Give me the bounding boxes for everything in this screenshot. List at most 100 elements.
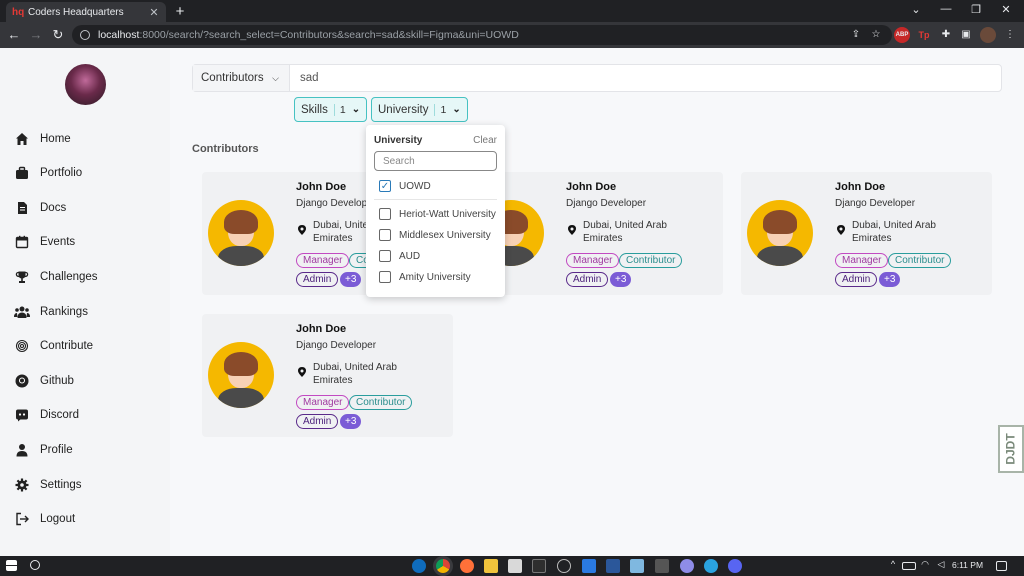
close-tab-icon[interactable]: ✕: [148, 6, 160, 19]
user-avatar[interactable]: [65, 64, 106, 105]
window-close-icon[interactable]: ✕: [996, 3, 1016, 16]
debug-toolbar-handle[interactable]: DJDT: [998, 425, 1024, 473]
discord-icon: [14, 407, 30, 423]
adblock-extension-icon[interactable]: ABP: [894, 27, 910, 43]
option-uowd[interactable]: ✓ UOWD: [379, 179, 431, 193]
search-input[interactable]: sad: [290, 65, 1001, 91]
contributor-card[interactable]: John Doe Django Developer Dubai, United …: [472, 172, 723, 295]
clear-button[interactable]: Clear: [473, 135, 497, 146]
sidebar-item-challenges[interactable]: Challenges: [14, 266, 98, 288]
checkbox-icon[interactable]: [379, 229, 391, 241]
tab-search-icon[interactable]: ⌄: [906, 3, 926, 16]
github-desktop-icon[interactable]: [680, 559, 694, 573]
new-tab-icon[interactable]: +: [172, 3, 188, 20]
volume-icon[interactable]: ◁: [934, 559, 948, 573]
checkbox-icon[interactable]: [379, 250, 391, 262]
search-type-select[interactable]: Contributors ⌵: [193, 65, 290, 91]
home-icon: [14, 131, 30, 147]
puzzle-extensions-icon[interactable]: ✚: [938, 27, 954, 43]
forward-icon[interactable]: →: [28, 27, 44, 43]
badge-more[interactable]: +3: [340, 414, 362, 429]
side-panel-icon[interactable]: ▣: [958, 27, 974, 43]
sidebar-item-portfolio[interactable]: Portfolio: [14, 162, 82, 184]
terminal-icon[interactable]: [655, 559, 669, 573]
badge-more[interactable]: +3: [340, 272, 362, 287]
store-icon[interactable]: [508, 559, 522, 573]
skills-filter-button[interactable]: Skills 1 ⌄: [294, 97, 368, 122]
search-icon[interactable]: [30, 560, 40, 570]
university-filter-button[interactable]: University 1 ⌄: [371, 97, 468, 122]
sidebar-item-label: Logout: [40, 513, 76, 525]
sidebar-item-profile[interactable]: Profile: [14, 439, 73, 461]
sidebar-item-docs[interactable]: Docs: [14, 197, 66, 219]
word-icon[interactable]: [606, 559, 620, 573]
chevron-up-icon[interactable]: ^: [886, 559, 900, 573]
checkbox-icon[interactable]: [379, 271, 391, 283]
app-icon[interactable]: [630, 559, 644, 573]
browser-tabbar: hq Coders Headquarters ✕ + ⌄ — ❐ ✕: [0, 0, 1024, 22]
address-bar[interactable]: localhost:8000/search/?search_select=Con…: [72, 25, 892, 45]
file-explorer-icon[interactable]: [484, 559, 498, 573]
sidebar-item-contribute[interactable]: Contribute: [14, 335, 93, 357]
sidebar-item-rankings[interactable]: Rankings: [14, 301, 88, 323]
star-icon[interactable]: ☆: [868, 27, 884, 43]
reload-icon[interactable]: ↻: [50, 27, 66, 43]
notifications-icon[interactable]: [996, 561, 1007, 571]
profile-avatar-icon[interactable]: [980, 27, 996, 43]
wifi-icon[interactable]: ◠: [918, 559, 932, 573]
option-heriot-watt[interactable]: Heriot-Watt University: [379, 207, 496, 221]
maximize-icon[interactable]: ❐: [966, 3, 986, 16]
option-amity[interactable]: Amity University: [379, 270, 471, 284]
chrome-icon[interactable]: [436, 559, 450, 573]
sidebar-item-home[interactable]: Home: [14, 128, 71, 150]
discord-taskbar-icon[interactable]: [728, 559, 742, 573]
university-filter-count: 1: [434, 103, 446, 116]
notion-icon[interactable]: [532, 559, 546, 573]
share-icon[interactable]: ⇪: [848, 27, 864, 43]
sidebar-item-events[interactable]: Events: [14, 231, 75, 253]
telegram-icon[interactable]: [704, 559, 718, 573]
sidebar-item-settings[interactable]: Settings: [14, 474, 82, 496]
dropdown-search-input[interactable]: Search: [374, 151, 497, 171]
logout-icon: [14, 511, 30, 527]
browser-tab[interactable]: hq Coders Headquarters ✕: [6, 2, 166, 22]
menu-dots-icon[interactable]: ⋮: [1002, 27, 1018, 43]
fingerprint-icon: [14, 338, 30, 354]
github-icon: [14, 373, 30, 389]
badge-more[interactable]: +3: [610, 272, 632, 287]
edge-icon[interactable]: [412, 559, 426, 573]
taskbar-clock[interactable]: 6:11 PM: [952, 560, 983, 570]
battery-icon[interactable]: [902, 562, 916, 570]
option-label: Heriot-Watt University: [399, 208, 496, 220]
taskbar: ^ ◠ ◁ 6:11 PM: [0, 556, 1024, 576]
sidebar-item-label: Contribute: [40, 340, 94, 352]
option-aud[interactable]: AUD: [379, 249, 420, 263]
info-icon[interactable]: [80, 30, 90, 40]
chevron-down-icon: ⌄: [452, 104, 461, 115]
sidebar-item-github[interactable]: Github: [14, 370, 74, 392]
badge-manager: Manager: [835, 253, 889, 268]
contributor-card[interactable]: John Doe Django Developer Dubai, United …: [202, 314, 453, 437]
app-circle-icon[interactable]: [557, 559, 571, 573]
sidebar-item-discord[interactable]: Discord: [14, 404, 79, 426]
windows-start-icon[interactable]: [6, 560, 17, 571]
sidebar-item-logout[interactable]: Logout: [14, 508, 75, 530]
checkbox-icon[interactable]: [379, 208, 391, 220]
option-middlesex[interactable]: Middlesex University: [379, 228, 491, 242]
minimize-icon[interactable]: —: [936, 3, 956, 15]
badge-admin: Admin: [835, 272, 878, 287]
option-label: Middlesex University: [399, 229, 491, 241]
extension-tp-icon[interactable]: Tp: [916, 27, 932, 43]
contributor-location: Dubai, United Arab Emirates: [313, 362, 397, 386]
tab-title: Coders Headquarters: [28, 6, 124, 18]
back-icon[interactable]: ←: [6, 27, 22, 43]
users-icon: [14, 304, 30, 320]
sidebar-item-label: Events: [40, 236, 76, 248]
contributor-card[interactable]: John Doe Django Developer Dubai, United …: [741, 172, 992, 295]
checkbox-checked-icon[interactable]: ✓: [379, 180, 391, 192]
location-pin-icon: [837, 225, 845, 235]
badge-more[interactable]: +3: [879, 272, 901, 287]
trophy-icon: [14, 269, 30, 285]
vscode-icon[interactable]: [582, 559, 596, 573]
firefox-icon[interactable]: [460, 559, 474, 573]
